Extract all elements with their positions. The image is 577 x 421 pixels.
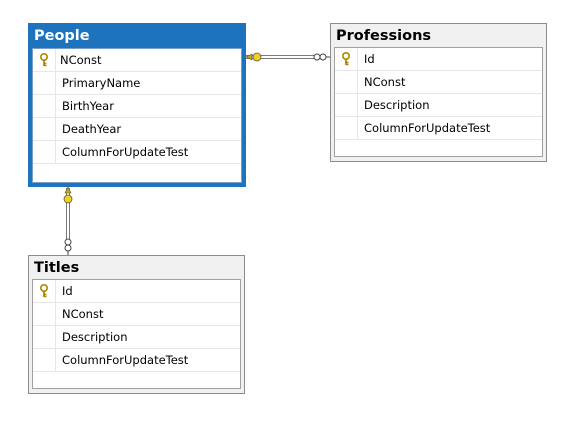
key-end-icon <box>252 52 262 62</box>
column-grid: Id NConst Description ColumnForUpdateTes… <box>334 47 543 157</box>
column-name: NConst <box>364 75 406 89</box>
table-title: Professions <box>336 28 432 44</box>
new-column-row[interactable] <box>33 372 240 392</box>
one-end-marker <box>245 53 253 61</box>
key-cell <box>335 117 358 139</box>
column-row[interactable]: PrimaryName <box>33 72 241 95</box>
one-end-marker <box>64 186 72 194</box>
key-cell <box>335 94 358 116</box>
column-row[interactable]: ColumnForUpdateTest <box>335 117 542 140</box>
table-title: People <box>34 28 90 44</box>
column-name: Id <box>62 284 73 298</box>
column-name: Description <box>62 330 128 344</box>
key-icon <box>40 53 49 67</box>
column-name: PrimaryName <box>62 76 141 90</box>
column-name: ColumnForUpdateTest <box>62 353 189 367</box>
new-column-row[interactable] <box>335 140 542 160</box>
column-grid: Id NConst Description ColumnForUpdateTes… <box>32 279 241 389</box>
column-row[interactable]: NConst <box>335 71 542 94</box>
column-name: NConst <box>60 53 102 67</box>
key-icon <box>342 52 351 66</box>
column-row[interactable]: ColumnForUpdateTest <box>33 141 241 164</box>
column-row[interactable]: Description <box>335 94 542 117</box>
column-name: DeathYear <box>62 122 122 136</box>
column-name: ColumnForUpdateTest <box>62 145 189 159</box>
column-name: ColumnForUpdateTest <box>364 121 491 135</box>
key-cell <box>33 141 56 163</box>
column-grid: NConst PrimaryName BirthYear DeathYear C… <box>32 48 242 183</box>
key-cell <box>33 326 56 348</box>
key-cell <box>33 118 56 140</box>
column-name: Description <box>364 98 430 112</box>
relationship-people-titles[interactable] <box>63 186 73 255</box>
column-row[interactable]: Id <box>335 48 542 71</box>
new-column-row[interactable] <box>33 164 241 184</box>
infinity-icon <box>313 53 327 61</box>
key-cell <box>335 48 358 70</box>
column-name: Id <box>364 52 375 66</box>
column-name: BirthYear <box>62 99 114 113</box>
infinity-icon <box>64 238 72 252</box>
key-cell <box>33 303 56 325</box>
column-row[interactable]: DeathYear <box>33 118 241 141</box>
column-row[interactable]: NConst <box>33 303 240 326</box>
column-row[interactable]: NConst <box>33 49 241 72</box>
column-row[interactable]: ColumnForUpdateTest <box>33 349 240 372</box>
table-titles[interactable]: Titles Id NConst Description ColumnForUp… <box>28 255 245 394</box>
column-row[interactable]: Id <box>33 280 240 303</box>
key-cell <box>33 72 56 94</box>
key-cell <box>335 71 358 93</box>
column-name: NConst <box>62 307 104 321</box>
table-professions[interactable]: Professions Id NConst Description Column… <box>330 23 547 162</box>
key-cell <box>33 95 56 117</box>
column-row[interactable]: Description <box>33 326 240 349</box>
key-cell <box>33 349 56 371</box>
key-cell <box>33 280 56 302</box>
column-row[interactable]: BirthYear <box>33 95 241 118</box>
table-people[interactable]: People NConst PrimaryName BirthYear Deat… <box>28 23 246 187</box>
relationship-people-professions[interactable] <box>245 52 330 62</box>
key-cell <box>33 49 56 71</box>
key-icon <box>40 284 49 298</box>
key-end-icon <box>63 194 73 204</box>
table-title: Titles <box>34 260 80 276</box>
